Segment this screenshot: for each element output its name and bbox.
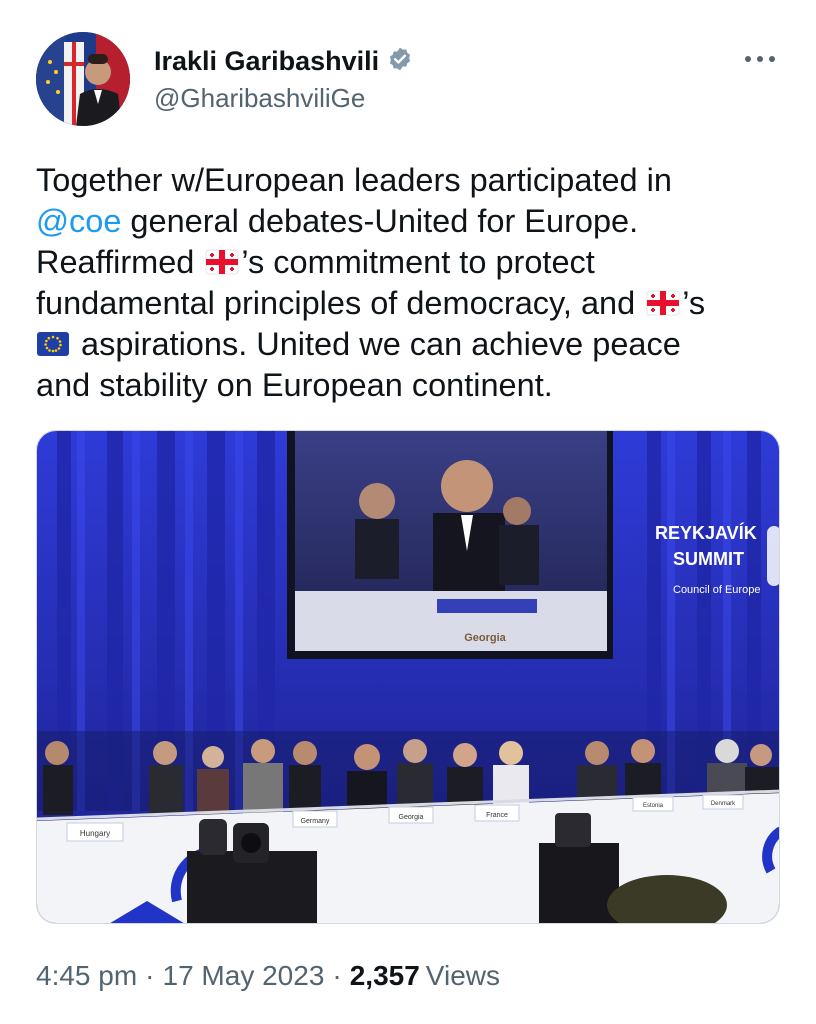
verified-badge-icon: [387, 46, 413, 77]
mention-link[interactable]: @coe: [36, 203, 121, 239]
nameplate: Germany: [301, 818, 330, 825]
tweet-line: aspirations. United we can achieve peace: [36, 324, 780, 365]
meta-separator: ·: [145, 960, 155, 991]
tweet-line: and stability on European continent.: [36, 367, 553, 403]
nameplate: France: [486, 812, 508, 819]
more-options-icon[interactable]: [740, 44, 780, 74]
screen-nameplate: Georgia: [464, 632, 506, 644]
tweet-time[interactable]: 4:45 pm: [36, 960, 137, 992]
tweet-line: fundamental principles of democracy, and…: [36, 283, 780, 324]
tweet-text-segment: general debates-United for Europe.: [121, 203, 639, 239]
georgia-flag-icon: [646, 286, 680, 316]
tweet-line: Together w/European leaders participated…: [36, 162, 672, 198]
tweet-text-segment: ’s: [682, 285, 706, 321]
handle[interactable]: @GharibashviliGe: [154, 83, 413, 114]
tweet-header: Irakli Garibashvili @GharibashviliGe: [36, 32, 780, 132]
tweet-text: Together w/European leaders participated…: [36, 160, 780, 406]
profile-photo-icon: [36, 32, 130, 126]
nameplate: Estonia: [643, 803, 664, 809]
tweet-media-photo[interactable]: Georgia REYKJAVÍK SUMMIT Council of Euro…: [36, 430, 780, 924]
tweet-text-segment: ’s commitment to protect: [241, 244, 595, 280]
tweet-meta: 4:45 pm · 17 May 2023 · 2,357 Views: [36, 960, 500, 992]
georgia-flag-icon: [205, 245, 239, 275]
sign-title-2: SUMMIT: [673, 549, 744, 569]
views-label: Views: [425, 960, 500, 991]
summit-photo-icon: Georgia REYKJAVÍK SUMMIT Council of Euro…: [37, 431, 779, 923]
tweet-date[interactable]: 17 May 2023: [163, 960, 325, 992]
avatar[interactable]: [36, 32, 130, 126]
nameplate: Denmark: [711, 801, 736, 807]
sign-title-1: REYKJAVÍK: [655, 522, 757, 543]
tweet-text-segment: fundamental principles of democracy, and: [36, 285, 645, 321]
nameplate: Georgia: [399, 814, 424, 821]
display-name[interactable]: Irakli Garibashvili: [154, 46, 379, 77]
views-count[interactable]: 2,357: [350, 960, 420, 992]
tweet-line: @coe general debates-United for Europe.: [36, 201, 780, 242]
author-names: Irakli Garibashvili @GharibashviliGe: [154, 46, 413, 114]
nameplate: Hungary: [80, 829, 110, 838]
tweet-line: Reaffirmed ’s commitment to protect: [36, 242, 780, 283]
eu-flag-icon: [36, 327, 70, 356]
meta-separator: ·: [332, 960, 342, 991]
tweet-text-segment: aspirations. United we can achieve peace: [72, 326, 681, 362]
sign-subtitle: Council of Europe: [673, 584, 760, 596]
tweet-text-segment: Reaffirmed: [36, 244, 204, 280]
